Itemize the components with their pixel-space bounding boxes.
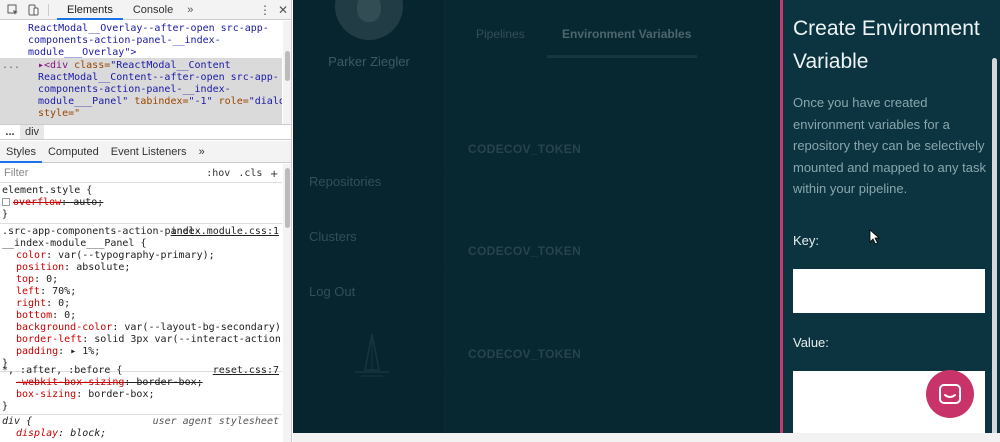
dom-line: components-action-panel-__index- <box>28 35 221 46</box>
breadcrumb-more[interactable]: ... <box>0 126 20 138</box>
dom-selected-line: ReactModal__Content--after-open src-app- <box>38 72 279 83</box>
rule-selector: *, :after, :before { <box>2 365 123 376</box>
rule-declaration[interactable]: bottom: 0; <box>16 310 76 322</box>
dom-scrollbar[interactable] <box>283 21 291 124</box>
dom-tree[interactable]: ReactModal__Overlay--after-open src-app-… <box>0 21 282 124</box>
styles-scrollbar[interactable] <box>283 164 291 442</box>
styles-tab-bar: Styles Computed Event Listeners » <box>0 141 291 163</box>
dom-line: module___Overlay"> <box>28 47 137 58</box>
chat-launcher-button[interactable] <box>926 370 974 418</box>
dom-selected-line: style=" <box>38 108 81 119</box>
rule-declaration[interactable]: overflow: auto; <box>2 197 103 209</box>
rule-declaration[interactable]: background-color: var(--layout-bg-second… <box>16 322 282 334</box>
rule-declaration[interactable]: top: 0; <box>16 274 58 286</box>
devtools-menu-icon[interactable]: ⋮ <box>256 3 274 17</box>
rule-declaration[interactable]: color: var(--typography-primary); <box>16 250 215 262</box>
rule-declaration[interactable]: position: absolute; <box>16 262 130 274</box>
rule-declaration[interactable]: -webkit-box-sizing: border-box; <box>16 377 203 389</box>
rule-declaration[interactable]: box-sizing: border-box; <box>16 389 155 401</box>
hover-state-toggle[interactable]: :hov <box>202 168 234 179</box>
styles-rules: element.style { overflow: auto; } .src-a… <box>0 184 282 442</box>
dom-line: ReactModal__Overlay--after-open src-app- <box>28 23 269 34</box>
breadcrumb-item-div[interactable]: div <box>20 125 45 139</box>
toolbar-divider <box>48 3 49 16</box>
devtools-panel: Elements Console » ⋮ ✕ ReactModal__Overl… <box>0 0 292 442</box>
rule-source-label: user agent stylesheet <box>152 416 279 427</box>
class-toggle[interactable]: .cls <box>234 168 266 179</box>
rule-declaration[interactable]: right: 0; <box>16 298 70 310</box>
inspect-element-icon[interactable] <box>6 3 20 17</box>
chat-icon <box>939 384 961 404</box>
rule-divider <box>0 223 282 224</box>
panel-scrollbar[interactable] <box>991 40 998 442</box>
styles-filter-input[interactable]: Filter <box>0 167 202 179</box>
new-rule-button[interactable]: + <box>266 166 282 181</box>
rule-declaration[interactable]: padding: ▸ 1%; <box>16 346 100 358</box>
rule-source-link[interactable]: reset.css:7 <box>213 365 279 377</box>
rule-close: } <box>2 209 9 220</box>
panel-title: Create Environment Variable <box>793 17 980 73</box>
dom-selected-line[interactable]: ▸<div class="ReactModal__Content <box>38 60 231 72</box>
devtools-close-icon[interactable]: ✕ <box>274 3 291 17</box>
rule-source-link[interactable]: index.module.css:1 <box>171 226 279 238</box>
rule-declaration[interactable]: border-left: solid 3px var(--interact-ac… <box>16 334 282 346</box>
tab-console[interactable]: Console <box>123 0 183 20</box>
declaration-checkbox[interactable] <box>2 198 10 206</box>
styles-filter-bar: Filter :hov .cls + <box>0 164 282 183</box>
bottom-edge <box>293 433 1000 442</box>
device-toolbar-icon[interactable] <box>26 3 40 17</box>
rule-selector: __index-module___Panel { <box>2 238 147 249</box>
key-input[interactable] <box>793 269 985 313</box>
app-viewport: Parker Ziegler Repositories Clusters Log… <box>293 0 1000 442</box>
tab-styles[interactable]: Styles <box>0 141 42 163</box>
breadcrumb: ... div <box>0 124 291 140</box>
tab-event-listeners[interactable]: Event Listeners <box>105 141 193 163</box>
rule-divider <box>0 414 282 415</box>
rule-declaration[interactable]: left: 70%; <box>16 286 76 298</box>
devtools-toolbar: Elements Console » ⋮ ✕ <box>0 0 291 20</box>
dom-ellipsis: ... <box>2 60 21 71</box>
rule-close: } <box>2 401 9 412</box>
panel-description: Once you have created environment variab… <box>793 95 986 196</box>
dom-selected-line: components-action-panel-__index- <box>38 84 231 95</box>
rule-selector: element.style { <box>2 185 93 196</box>
rule-declaration: display: block; <box>16 428 107 439</box>
more-tabs-button[interactable]: » <box>183 0 197 20</box>
toolbar-right: ⋮ ✕ <box>256 3 291 17</box>
rule-selector: div { <box>2 416 33 427</box>
tab-elements[interactable]: Elements <box>57 0 123 20</box>
tab-computed[interactable]: Computed <box>42 141 105 163</box>
value-label: Value: <box>793 335 829 350</box>
dom-selected-line: module___Panel" tabindex="-1" role="dial… <box>38 96 282 107</box>
mouse-cursor-icon <box>869 229 881 245</box>
key-label: Key: <box>793 233 820 248</box>
more-style-tabs-button[interactable]: » <box>193 141 211 163</box>
action-panel: Create Environment Variable Once you hav… <box>780 0 1000 433</box>
